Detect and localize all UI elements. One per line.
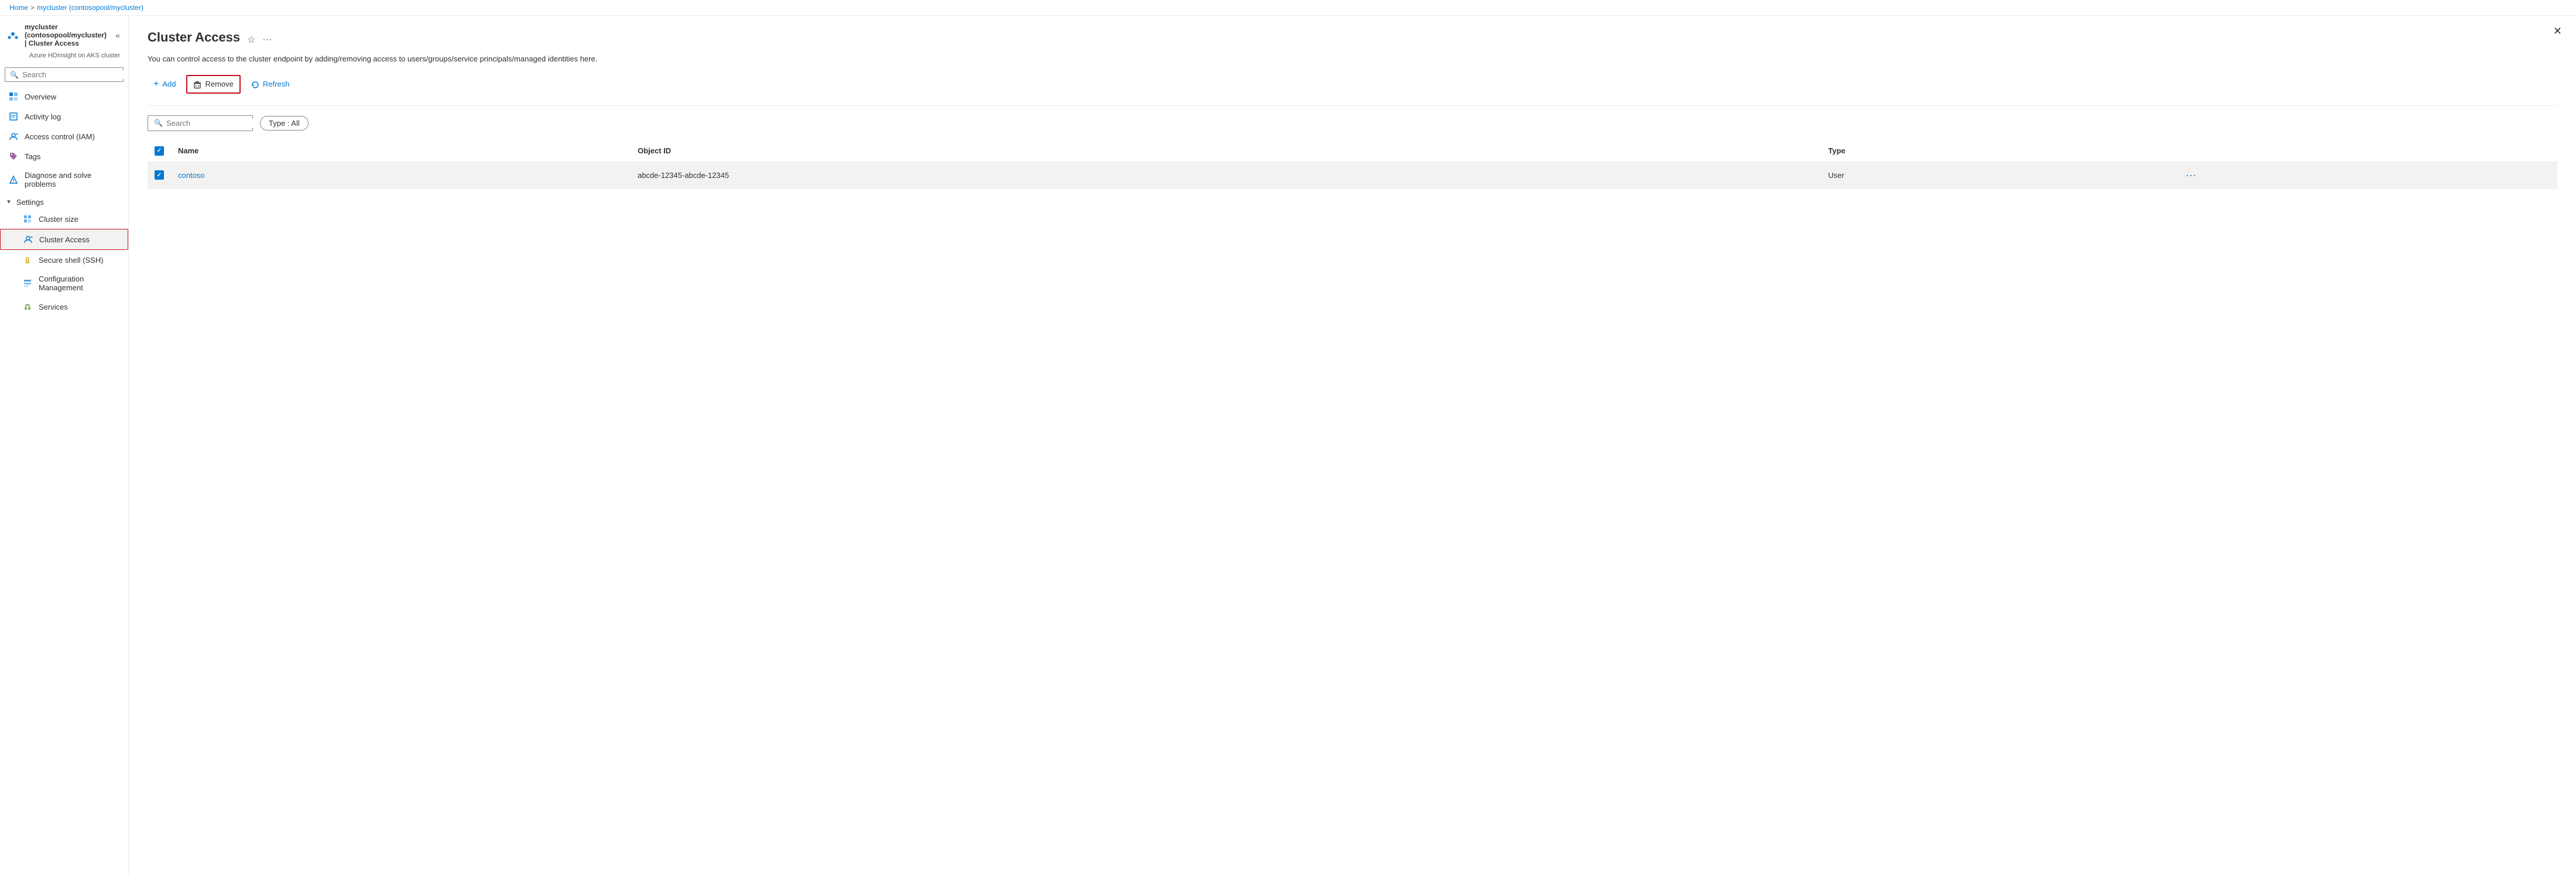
row-type-cell: User: [1821, 162, 2174, 188]
sidebar-item-activity-label: Activity log: [25, 112, 61, 121]
diagnose-icon: [8, 174, 19, 185]
sidebar-item-config-label: Configuration Management: [39, 274, 122, 292]
row-actions-cell: ···: [2174, 162, 2557, 188]
ssh-icon: [22, 255, 33, 265]
table-header: ✓ Name Object ID Type: [148, 140, 2557, 162]
sidebar-item-cluster-access-label: Cluster Access: [39, 235, 90, 244]
sidebar-subtitle: Azure HDInsight on AKS cluster: [0, 52, 128, 65]
search-input[interactable]: [166, 119, 269, 128]
breadcrumb-sep1: >: [30, 4, 35, 12]
sidebar-item-tags[interactable]: Tags: [0, 146, 128, 166]
sidebar-item-cluster-size[interactable]: Cluster size: [0, 209, 128, 229]
filter-row: 🔍 Type : All: [148, 115, 2557, 131]
activity-icon: [8, 111, 19, 122]
breadcrumb: Home > mycluster (contosopool/mycluster): [0, 0, 2576, 16]
sidebar-search-box: 🔍: [5, 67, 124, 82]
sidebar-item-services-label: Services: [39, 303, 68, 311]
refresh-label: Refresh: [263, 80, 290, 88]
remove-icon: [193, 80, 201, 89]
close-button[interactable]: ✕: [2553, 25, 2562, 37]
app-container: Home > mycluster (contosopool/mycluster): [0, 0, 2576, 875]
sidebar-search-input[interactable]: [22, 70, 125, 79]
row-checkbox-cell: ✓: [148, 162, 171, 188]
sidebar-item-diagnose[interactable]: Diagnose and solve problems: [0, 166, 128, 193]
sidebar-item-config-mgmt[interactable]: Configuration Management: [0, 270, 128, 297]
breadcrumb-home[interactable]: Home: [9, 4, 28, 12]
table-row: ✓ contoso abcde-12345-abcde-12345 User ·…: [148, 162, 2557, 188]
main-layout: mycluster (contosopool/mycluster) | Clus…: [0, 16, 2576, 875]
clusteraccess-icon: [23, 234, 33, 245]
type-filter[interactable]: Type : All: [260, 116, 309, 131]
page-title-row: Cluster Access ☆ ···: [148, 30, 2557, 50]
col-name-header: Name: [171, 140, 631, 162]
header-title: mycluster (contosopool/mycluster) | Clus…: [25, 23, 108, 47]
sidebar-item-secure-shell[interactable]: Secure shell (SSH): [0, 250, 128, 270]
select-all-checkbox[interactable]: ✓: [155, 146, 164, 156]
breadcrumb-cluster[interactable]: mycluster (contosopool/mycluster): [37, 4, 143, 12]
col-objectid-label: Object ID: [638, 146, 671, 155]
iam-icon: [8, 131, 19, 142]
collapse-sidebar-button[interactable]: «: [113, 29, 122, 41]
table-header-row: ✓ Name Object ID Type: [148, 140, 2557, 162]
page-title: Cluster Access: [148, 30, 240, 45]
data-table: ✓ Name Object ID Type: [148, 140, 2557, 189]
settings-section-header[interactable]: ▼ Settings: [0, 193, 128, 209]
sidebar-item-services[interactable]: Services: [0, 297, 128, 317]
main-content: ✕ Cluster Access ☆ ··· You can control a…: [129, 16, 2576, 875]
col-type-header: Type: [1821, 140, 2174, 162]
row-name-cell: contoso: [171, 162, 631, 188]
col-name-label: Name: [178, 146, 198, 155]
add-button[interactable]: + Add: [148, 76, 181, 93]
sidebar-item-tags-label: Tags: [25, 152, 40, 161]
row-checkbox[interactable]: ✓: [155, 170, 164, 180]
settings-chevron-icon: ▼: [6, 199, 12, 205]
config-icon: [22, 278, 33, 289]
page-description: You can control access to the cluster en…: [148, 54, 674, 63]
sidebar-item-iam-label: Access control (IAM): [25, 132, 95, 141]
select-all-header: ✓: [148, 140, 171, 162]
sidebar-header: mycluster (contosopool/mycluster) | Clus…: [0, 16, 128, 52]
clustersize-icon: [22, 214, 33, 224]
refresh-icon: [251, 80, 259, 89]
row-checkbox-check-icon: ✓: [157, 172, 162, 179]
sidebar-item-overview-label: Overview: [25, 92, 56, 101]
table-body: ✓ contoso abcde-12345-abcde-12345 User ·…: [148, 162, 2557, 188]
row-objectid-cell: abcde-12345-abcde-12345: [631, 162, 1821, 188]
sidebar-item-iam[interactable]: Access control (IAM): [0, 126, 128, 146]
sidebar-item-diagnose-label: Diagnose and solve problems: [25, 171, 122, 188]
type-filter-label: Type : All: [269, 119, 300, 128]
toolbar: + Add Remove: [148, 75, 2557, 94]
col-type-label: Type: [1828, 146, 1845, 155]
sidebar-item-cluster-size-label: Cluster size: [39, 215, 78, 224]
remove-label: Remove: [205, 80, 233, 88]
overview-icon: [8, 91, 19, 102]
sidebar-item-ssh-label: Secure shell (SSH): [39, 256, 104, 265]
sidebar-item-overview[interactable]: Overview: [0, 87, 128, 107]
checkbox-check-icon: ✓: [157, 147, 162, 154]
sidebar-search-icon: 🔍: [10, 71, 19, 79]
col-objectid-header: Object ID: [631, 140, 1821, 162]
row-more-button[interactable]: ···: [2181, 168, 2201, 183]
cluster-icon: [6, 26, 20, 44]
search-icon: 🔍: [154, 119, 163, 127]
more-options-button[interactable]: ···: [263, 35, 272, 45]
sidebar: mycluster (contosopool/mycluster) | Clus…: [0, 16, 129, 875]
sidebar-nav: Overview Activity log: [0, 87, 128, 317]
col-actions-header: [2174, 140, 2557, 162]
add-label: Add: [162, 80, 176, 88]
row-name-link[interactable]: contoso: [178, 171, 205, 180]
favorite-button[interactable]: ☆: [247, 34, 255, 46]
tags-icon: [8, 151, 19, 162]
sidebar-title: mycluster (contosopool/mycluster) | Clus…: [25, 23, 108, 47]
add-icon: +: [153, 79, 159, 90]
search-box: 🔍: [148, 115, 253, 131]
sidebar-item-cluster-access[interactable]: Cluster Access: [0, 229, 128, 250]
toolbar-divider: [148, 105, 2557, 106]
sidebar-item-activity-log[interactable]: Activity log: [0, 107, 128, 126]
refresh-button[interactable]: Refresh: [245, 76, 296, 92]
settings-section-label: Settings: [16, 198, 44, 207]
remove-button[interactable]: Remove: [186, 75, 240, 94]
services-icon: [22, 301, 33, 312]
